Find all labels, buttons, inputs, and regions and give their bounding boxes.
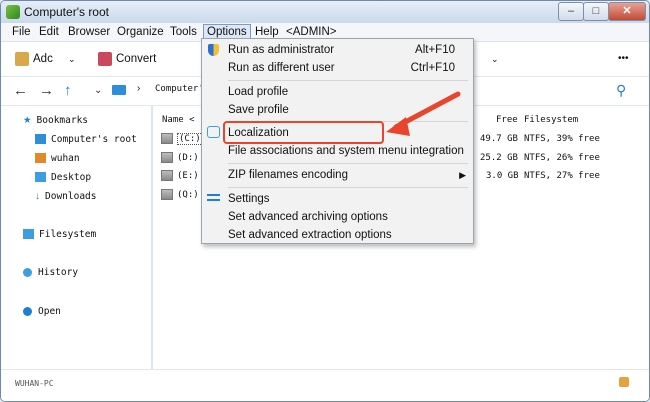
add-button[interactable]: Adc ⌄ xyxy=(15,49,76,69)
column-header-free[interactable]: Free xyxy=(496,114,518,126)
sidebar-item-downloads[interactable]: ↓ Downloads xyxy=(35,190,96,204)
row-filesystem: NTFS, 26% free xyxy=(524,153,600,163)
table-row[interactable]: (Q:) xyxy=(161,189,199,201)
menu-admin[interactable]: <ADMIN> xyxy=(283,25,340,39)
menu-run-as-different-user[interactable]: Run as different user Ctrl+F10 xyxy=(202,59,473,77)
up-arrow-icon[interactable]: ↑ xyxy=(64,82,72,99)
home-icon xyxy=(35,153,46,164)
menu-separator xyxy=(228,187,468,188)
row-free: 25.2 GB xyxy=(480,153,518,163)
convert-button[interactable]: Convert xyxy=(98,49,156,69)
sidebar-history[interactable]: History xyxy=(23,266,78,280)
highlight-box xyxy=(223,121,384,144)
menu-browser[interactable]: Browser xyxy=(65,25,113,39)
menu-run-as-administrator[interactable]: Run as administrator Alt+F10 xyxy=(202,41,473,59)
star-icon: ★ xyxy=(23,115,32,126)
add-label: Adc xyxy=(33,53,53,65)
convert-label: Convert xyxy=(116,53,157,65)
row-free: 49.7 GB xyxy=(480,134,518,144)
open-icon xyxy=(23,306,32,316)
folder-icon xyxy=(23,229,34,240)
menu-file[interactable]: File xyxy=(9,25,34,39)
drive-icon xyxy=(161,170,173,181)
table-row[interactable]: (E:) xyxy=(161,170,199,182)
menu-zip-filenames-encoding[interactable]: ZIP filenames encoding ▶ xyxy=(202,166,473,184)
close-button[interactable]: ✕ xyxy=(608,2,646,21)
drive-icon xyxy=(161,189,173,200)
maximize-button[interactable]: □ xyxy=(583,2,609,21)
row-filesystem: NTFS, 39% free xyxy=(524,134,600,144)
menu-settings[interactable]: Settings xyxy=(202,190,473,208)
history-chevron-icon[interactable]: ⌄ xyxy=(94,85,102,96)
speech-bubble-icon xyxy=(207,126,220,138)
minimize-button[interactable]: – xyxy=(558,2,584,21)
computer-icon xyxy=(35,134,46,145)
window-title: Computer's root xyxy=(24,5,109,19)
annotation-arrow-icon xyxy=(386,91,461,136)
menu-help[interactable]: Help xyxy=(252,25,282,39)
menu-tools[interactable]: Tools xyxy=(167,25,200,39)
table-row[interactable]: (C:) xyxy=(161,133,203,145)
more-options-icon[interactable]: ••• xyxy=(618,49,629,69)
add-archive-icon xyxy=(15,51,29,66)
menu-advanced-extraction[interactable]: Set advanced extraction options xyxy=(202,226,473,244)
submenu-arrow-icon: ▶ xyxy=(459,170,466,180)
sidebar-filesystem[interactable]: Filesystem xyxy=(23,228,96,242)
menu-advanced-archiving[interactable]: Set advanced archiving options xyxy=(202,208,473,226)
table-row[interactable]: (D:) xyxy=(161,152,199,164)
row-free: 3.0 GB xyxy=(486,171,519,181)
sidebar-open[interactable]: Open xyxy=(23,305,61,319)
menu-edit[interactable]: Edit xyxy=(36,25,62,39)
menu-separator xyxy=(228,163,468,164)
menu-organize[interactable]: Organize xyxy=(114,25,167,39)
drive-icon xyxy=(161,133,173,144)
path-separator-icon: › xyxy=(137,83,141,94)
column-header-filesystem[interactable]: Filesystem xyxy=(524,114,578,126)
menu-separator xyxy=(228,80,468,81)
sliders-icon xyxy=(207,194,220,201)
back-arrow-icon[interactable]: ← xyxy=(13,82,28,99)
column-header-name[interactable]: Name < xyxy=(162,114,195,126)
row-filesystem: NTFS, 27% free xyxy=(524,171,600,181)
title-bar: Computer's root – □ ✕ xyxy=(1,1,649,23)
drive-icon xyxy=(161,152,173,163)
desktop-icon xyxy=(35,172,46,183)
status-computer-name: WUHAN-PC xyxy=(15,379,54,388)
app-icon xyxy=(6,5,20,19)
sidebar-item-computer-root[interactable]: Computer's root xyxy=(35,133,137,147)
sidebar-item-desktop[interactable]: Desktop xyxy=(35,171,91,185)
convert-icon xyxy=(98,51,112,66)
status-bar: WUHAN-PC xyxy=(1,369,649,401)
sort-chevron-icon: < xyxy=(189,115,195,125)
history-icon xyxy=(23,267,32,277)
sidebar-item-wuhan[interactable]: wuhan xyxy=(35,152,80,166)
chevron-down-icon: ⌄ xyxy=(68,54,76,64)
download-icon: ↓ xyxy=(35,191,40,202)
computer-icon xyxy=(112,85,126,95)
sidebar-bookmarks[interactable]: ★ Bookmarks xyxy=(23,114,88,128)
lock-icon[interactable] xyxy=(619,377,629,387)
toolbar-chevron-down-icon[interactable]: ⌄ xyxy=(491,49,499,69)
shield-icon xyxy=(208,44,219,56)
forward-arrow-icon[interactable]: → xyxy=(39,82,54,99)
sidebar: ★ Bookmarks Computer's root wuhan Desktop… xyxy=(1,106,151,369)
search-icon[interactable]: ⚲ xyxy=(616,82,626,99)
